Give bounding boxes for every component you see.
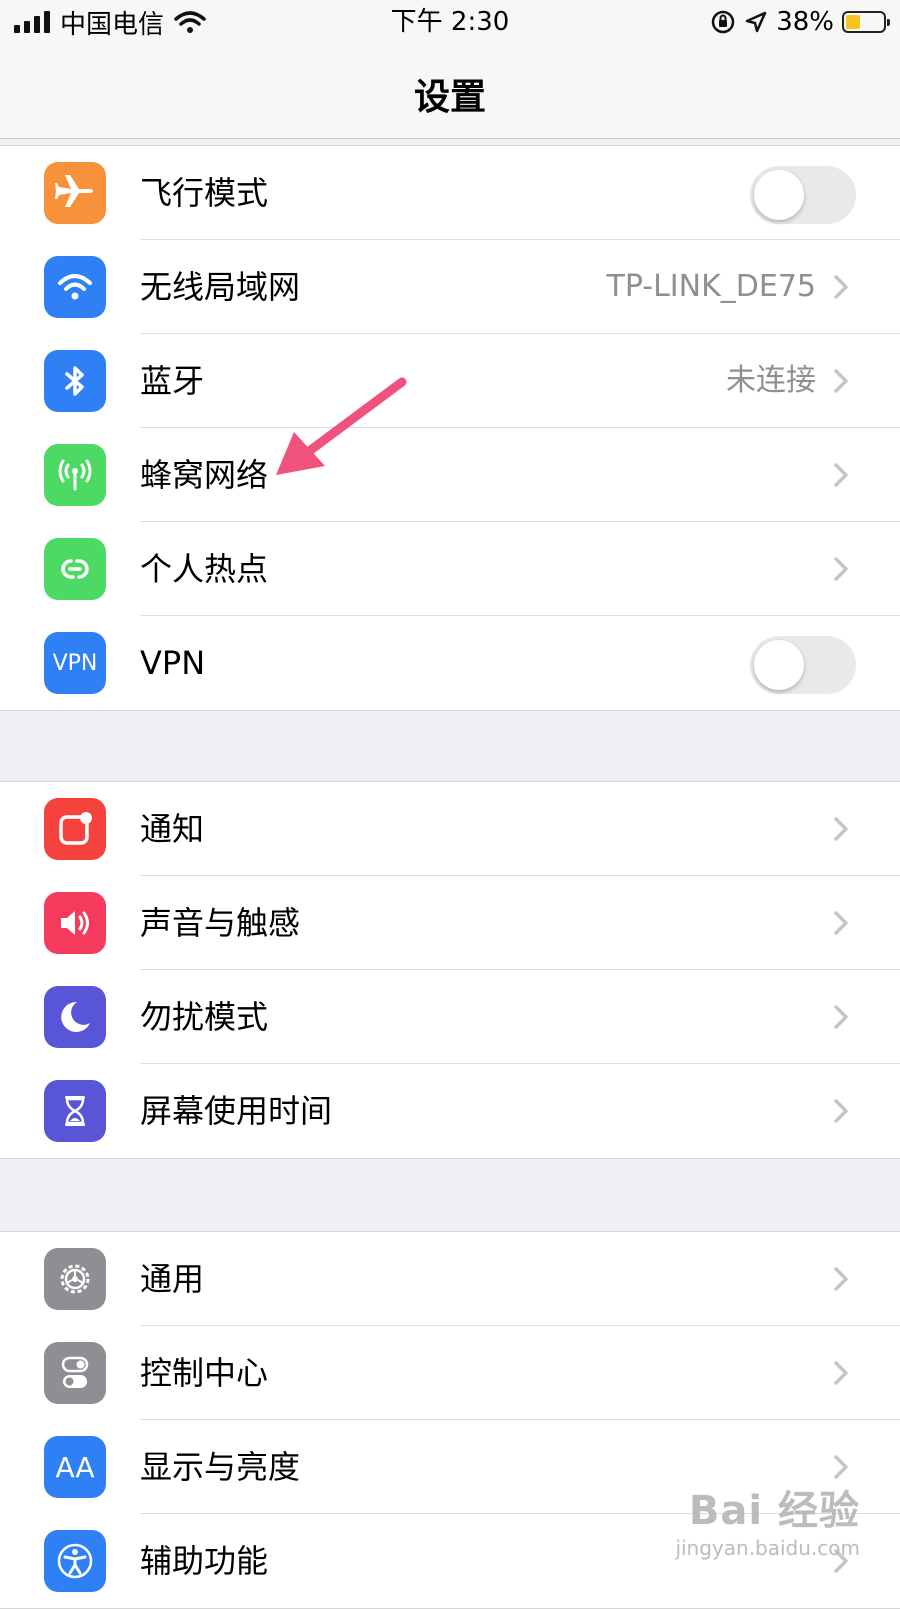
- settings-row-vpn[interactable]: VPN VPN: [0, 616, 900, 710]
- settings-row-label: 显示与亮度: [140, 1448, 301, 1486]
- status-right: 38%: [710, 6, 890, 38]
- settings-row-label: 飞行模式: [140, 174, 269, 212]
- settings-row-label: 屏幕使用时间: [140, 1092, 333, 1130]
- baidu-jingyan-watermark: Bai 经验 jingyan.baidu.com: [675, 1478, 860, 1560]
- settings-row-detail: 未连接: [726, 363, 816, 398]
- settings-row-label: 蜂窝网络: [140, 456, 269, 494]
- hourglass-icon: [44, 1080, 106, 1142]
- settings-row-label: 辅助功能: [140, 1542, 269, 1580]
- chevron-right-icon: [826, 1096, 856, 1126]
- settings-row-control-center[interactable]: 控制中心: [0, 1326, 900, 1420]
- hotspot-link-icon: [44, 538, 106, 600]
- toggles-icon: [44, 1342, 106, 1404]
- watermark-sub: jingyan.baidu.com: [675, 1536, 860, 1560]
- battery-fill: [846, 15, 860, 29]
- chevron-right-icon: [826, 1002, 856, 1032]
- settings-row-detail: TP-LINK_DE75: [606, 269, 817, 304]
- page-title: 设置: [413, 77, 486, 118]
- battery-percent: 38%: [776, 7, 834, 37]
- vpn-icon: VPN: [44, 632, 106, 694]
- icon-glyph-text: VPN: [52, 650, 98, 676]
- chevron-right-icon: [826, 366, 856, 396]
- text-size-icon: AA: [44, 1436, 106, 1498]
- settings-row-notifications[interactable]: 通知: [0, 782, 900, 876]
- chevron-right-icon: [826, 554, 856, 584]
- settings-group-connectivity: 飞行模式无线局域网 TP-LINK_DE75 蓝牙 未连接蜂窝网络个人热点 VPN VPN: [0, 145, 900, 711]
- settings-row-bluetooth[interactable]: 蓝牙 未连接: [0, 334, 900, 428]
- settings-row-wifi[interactable]: 无线局域网 TP-LINK_DE75: [0, 240, 900, 334]
- gear-icon: [44, 1248, 106, 1310]
- settings-row-hotspot[interactable]: 个人热点: [0, 522, 900, 616]
- accessibility-icon: [44, 1530, 106, 1592]
- settings-group-notifications: 通知声音与触感勿扰模式屏幕使用时间: [0, 781, 900, 1159]
- bluetooth-icon: [44, 350, 106, 412]
- settings-row-screentime[interactable]: 屏幕使用时间: [0, 1064, 900, 1158]
- settings-row-label: 无线局域网: [140, 268, 301, 306]
- chevron-right-icon: [826, 272, 856, 302]
- cellular-antenna-icon: [44, 444, 106, 506]
- toggle-knob: [754, 640, 804, 690]
- airplane-icon: [44, 162, 106, 224]
- settings-row-label: VPN: [140, 644, 206, 682]
- battery-icon: [842, 11, 890, 33]
- settings-row-dnd[interactable]: 勿扰模式: [0, 970, 900, 1064]
- notifications-icon: [44, 798, 106, 860]
- watermark-main: Bai 经验: [688, 1488, 860, 1534]
- chevron-right-icon: [826, 908, 856, 938]
- nav-bar: 设置: [0, 44, 900, 139]
- settings-row-airplane[interactable]: 飞行模式: [0, 146, 900, 240]
- toggle-knob: [754, 170, 804, 220]
- settings-row-label: 通知: [140, 810, 205, 848]
- settings-row-sounds[interactable]: 声音与触感: [0, 876, 900, 970]
- wifi-icon: [44, 256, 106, 318]
- chevron-right-icon: [826, 460, 856, 490]
- settings-row-label: 蓝牙: [140, 362, 205, 400]
- airplane-toggle[interactable]: [750, 166, 856, 224]
- settings-row-general[interactable]: 通用: [0, 1232, 900, 1326]
- location-arrow-icon: [745, 11, 767, 33]
- moon-icon: [44, 986, 106, 1048]
- status-bar: 中国电信 下午 2:30 38%: [0, 0, 900, 44]
- speaker-icon: [44, 892, 106, 954]
- settings-row-label: 通用: [140, 1260, 205, 1298]
- chevron-right-icon: [826, 1264, 856, 1294]
- settings-row-cellular[interactable]: 蜂窝网络: [0, 428, 900, 522]
- settings-row-label: 声音与触感: [140, 904, 301, 942]
- orientation-lock-icon: [711, 10, 735, 34]
- icon-glyph-text: AA: [55, 1450, 95, 1484]
- settings-row-label: 个人热点: [140, 550, 269, 588]
- vpn-toggle[interactable]: [750, 636, 856, 694]
- chevron-right-icon: [826, 814, 856, 844]
- settings-row-label: 控制中心: [140, 1354, 269, 1392]
- chevron-right-icon: [826, 1358, 856, 1388]
- settings-row-label: 勿扰模式: [140, 998, 269, 1036]
